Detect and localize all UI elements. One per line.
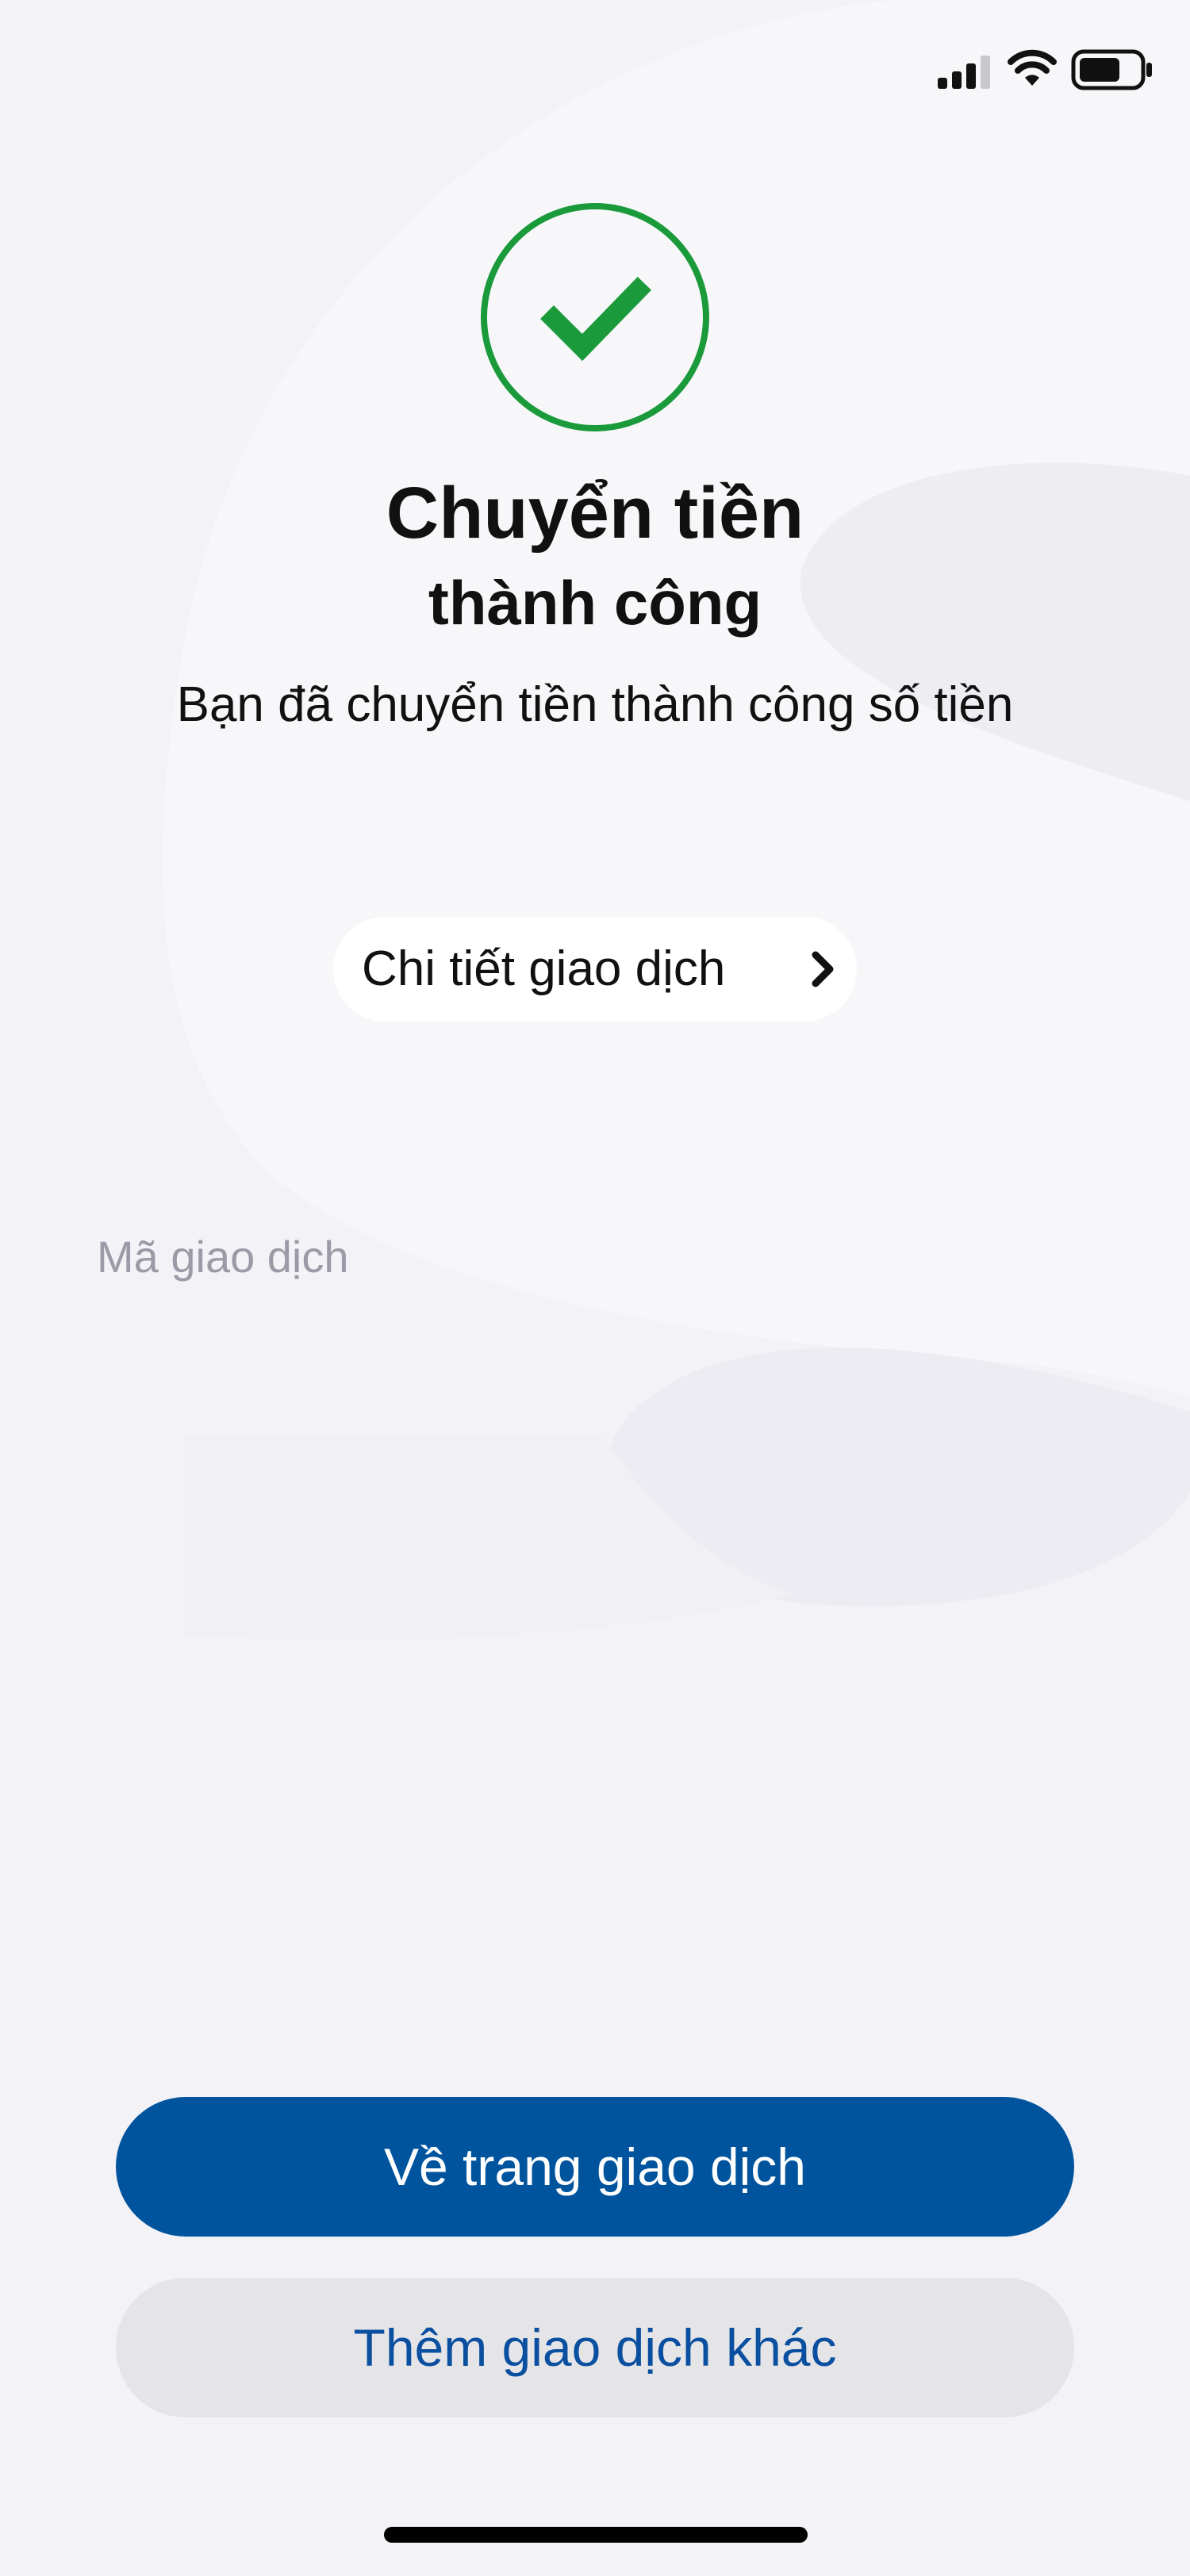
success-title: Chuyển tiền <box>386 473 804 554</box>
check-circle-icon <box>481 203 709 431</box>
new-transaction-button[interactable]: Thêm giao dịch khác <box>116 2278 1074 2417</box>
cellular-signal-icon <box>938 56 990 89</box>
home-indicator[interactable] <box>384 2527 808 2543</box>
wifi-icon <box>1008 49 1057 86</box>
battery-icon <box>1071 49 1152 90</box>
transaction-details-button[interactable]: Chi tiết giao dịch <box>333 917 857 1022</box>
back-to-transactions-button[interactable]: Về trang giao dịch <box>116 2097 1074 2237</box>
status-bar <box>0 0 1190 143</box>
success-message: Bạn đã chuyển tiền thành công số tiền <box>176 677 1014 732</box>
success-subtitle: thành công <box>428 568 762 638</box>
transaction-details-label: Chi tiết giao dịch <box>362 941 726 996</box>
transaction-id-label: Mã giao dịch <box>97 1232 349 1282</box>
chevron-right-icon <box>812 951 834 987</box>
